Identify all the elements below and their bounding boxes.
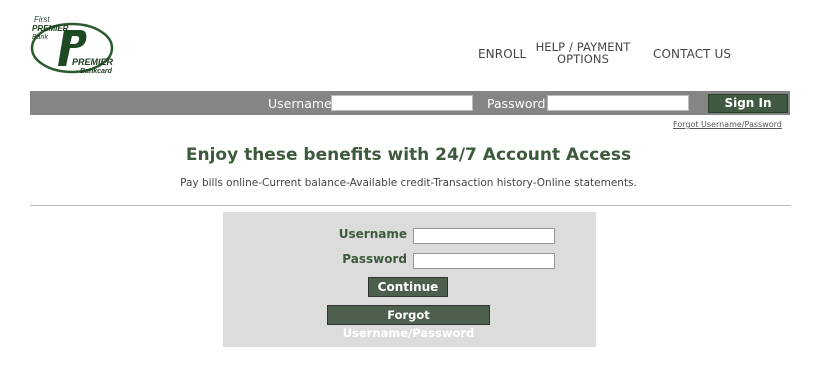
bar-password-input[interactable] xyxy=(547,95,689,111)
logo-premier-top: PREMIER xyxy=(32,24,69,33)
divider xyxy=(30,205,791,206)
nav-contact-us[interactable]: CONTACT US xyxy=(653,47,731,61)
logo-bankcard: Bankcard xyxy=(80,68,112,75)
continue-button[interactable]: Continue xyxy=(368,277,448,297)
benefits-subline: Pay bills online-Current balance-Availab… xyxy=(180,177,637,189)
nav-help-payment-options[interactable]: HELP / PAYMENT OPTIONS xyxy=(532,41,634,65)
logo-premier-bottom: PREMIER xyxy=(72,57,114,67)
panel-username-label: Username xyxy=(338,227,407,241)
nav-enroll[interactable]: ENROLL xyxy=(478,47,526,61)
forgot-username-password-link[interactable]: Forgot Username/Password xyxy=(673,120,782,129)
signin-bar: Username: Password: Sign In xyxy=(30,91,790,115)
panel-password-input[interactable] xyxy=(413,253,555,269)
bar-password-label: Password: xyxy=(487,96,550,111)
page-headline: Enjoy these benefits with 24/7 Account A… xyxy=(185,145,632,165)
nav-help-line2: OPTIONS xyxy=(556,52,610,66)
login-panel: Username Password Continue Forgot Userna… xyxy=(223,212,596,347)
sign-in-button[interactable]: Sign In xyxy=(708,94,788,113)
logo[interactable]: First PREMIER Bank PREMIER Bankcard xyxy=(28,14,120,78)
logo-bank: Bank xyxy=(32,34,48,41)
bar-username-label: Username: xyxy=(268,96,336,111)
panel-password-label: Password xyxy=(342,252,407,266)
forgot-username-password-button[interactable]: Forgot Username/Password xyxy=(327,305,490,340)
panel-username-input[interactable] xyxy=(413,228,555,244)
bar-username-input[interactable] xyxy=(331,95,473,111)
logo-first: First xyxy=(34,15,50,24)
